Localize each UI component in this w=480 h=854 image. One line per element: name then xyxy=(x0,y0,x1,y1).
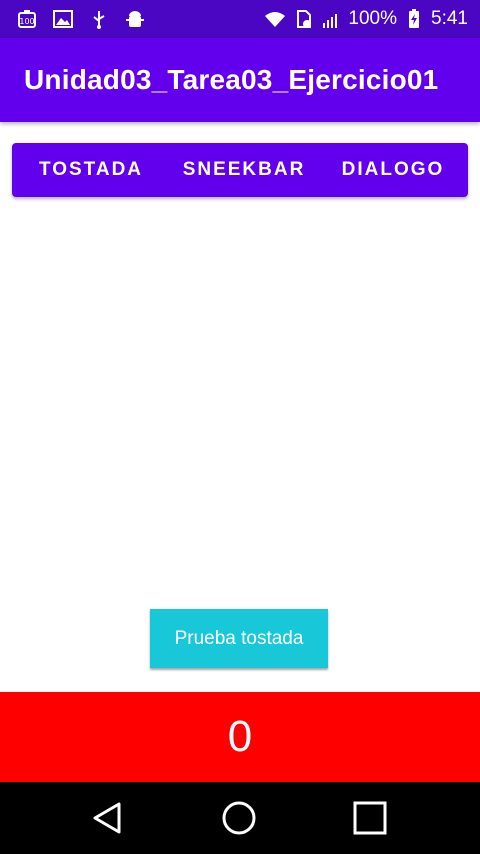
image-icon xyxy=(53,10,73,28)
notification-icons: 100 xyxy=(16,7,146,31)
wifi-icon xyxy=(265,12,286,27)
navigation-bar xyxy=(0,782,480,854)
signal-icon xyxy=(323,14,338,28)
app-bar: Unidad03_Tarea03_Ejercicio01 xyxy=(0,38,480,122)
clock: 5:41 xyxy=(431,8,468,29)
android-debug-icon xyxy=(126,11,144,27)
usb-icon xyxy=(93,11,105,29)
system-status-icons: 100% 5:41 xyxy=(264,7,468,31)
app-title: Unidad03_Tarea03_Ejercicio01 xyxy=(24,64,439,95)
status-bar: 100 100% 5:41 xyxy=(0,0,480,38)
home-icon[interactable] xyxy=(221,800,257,836)
back-icon[interactable] xyxy=(91,800,127,836)
tab-sneekbar[interactable]: SNEEKBAR xyxy=(170,143,318,197)
tab-tostada[interactable]: TOSTADA xyxy=(12,143,170,197)
recents-icon[interactable] xyxy=(352,800,388,836)
counter-value: 0 xyxy=(227,712,253,761)
battery-percentage: 100% xyxy=(348,8,398,29)
svg-text:100: 100 xyxy=(19,17,34,26)
prueba-tostada-button[interactable]: Prueba tostada xyxy=(150,609,328,668)
sim-missing-icon xyxy=(297,10,312,28)
battery-charging-icon xyxy=(409,9,420,28)
tab-bar: TOSTADA SNEEKBAR DIALOGO xyxy=(12,143,468,197)
tab-dialogo[interactable]: DIALOGO xyxy=(318,143,468,197)
counter-bar: 0 xyxy=(0,692,480,782)
battery-100-notification-icon: 100 xyxy=(18,10,36,28)
